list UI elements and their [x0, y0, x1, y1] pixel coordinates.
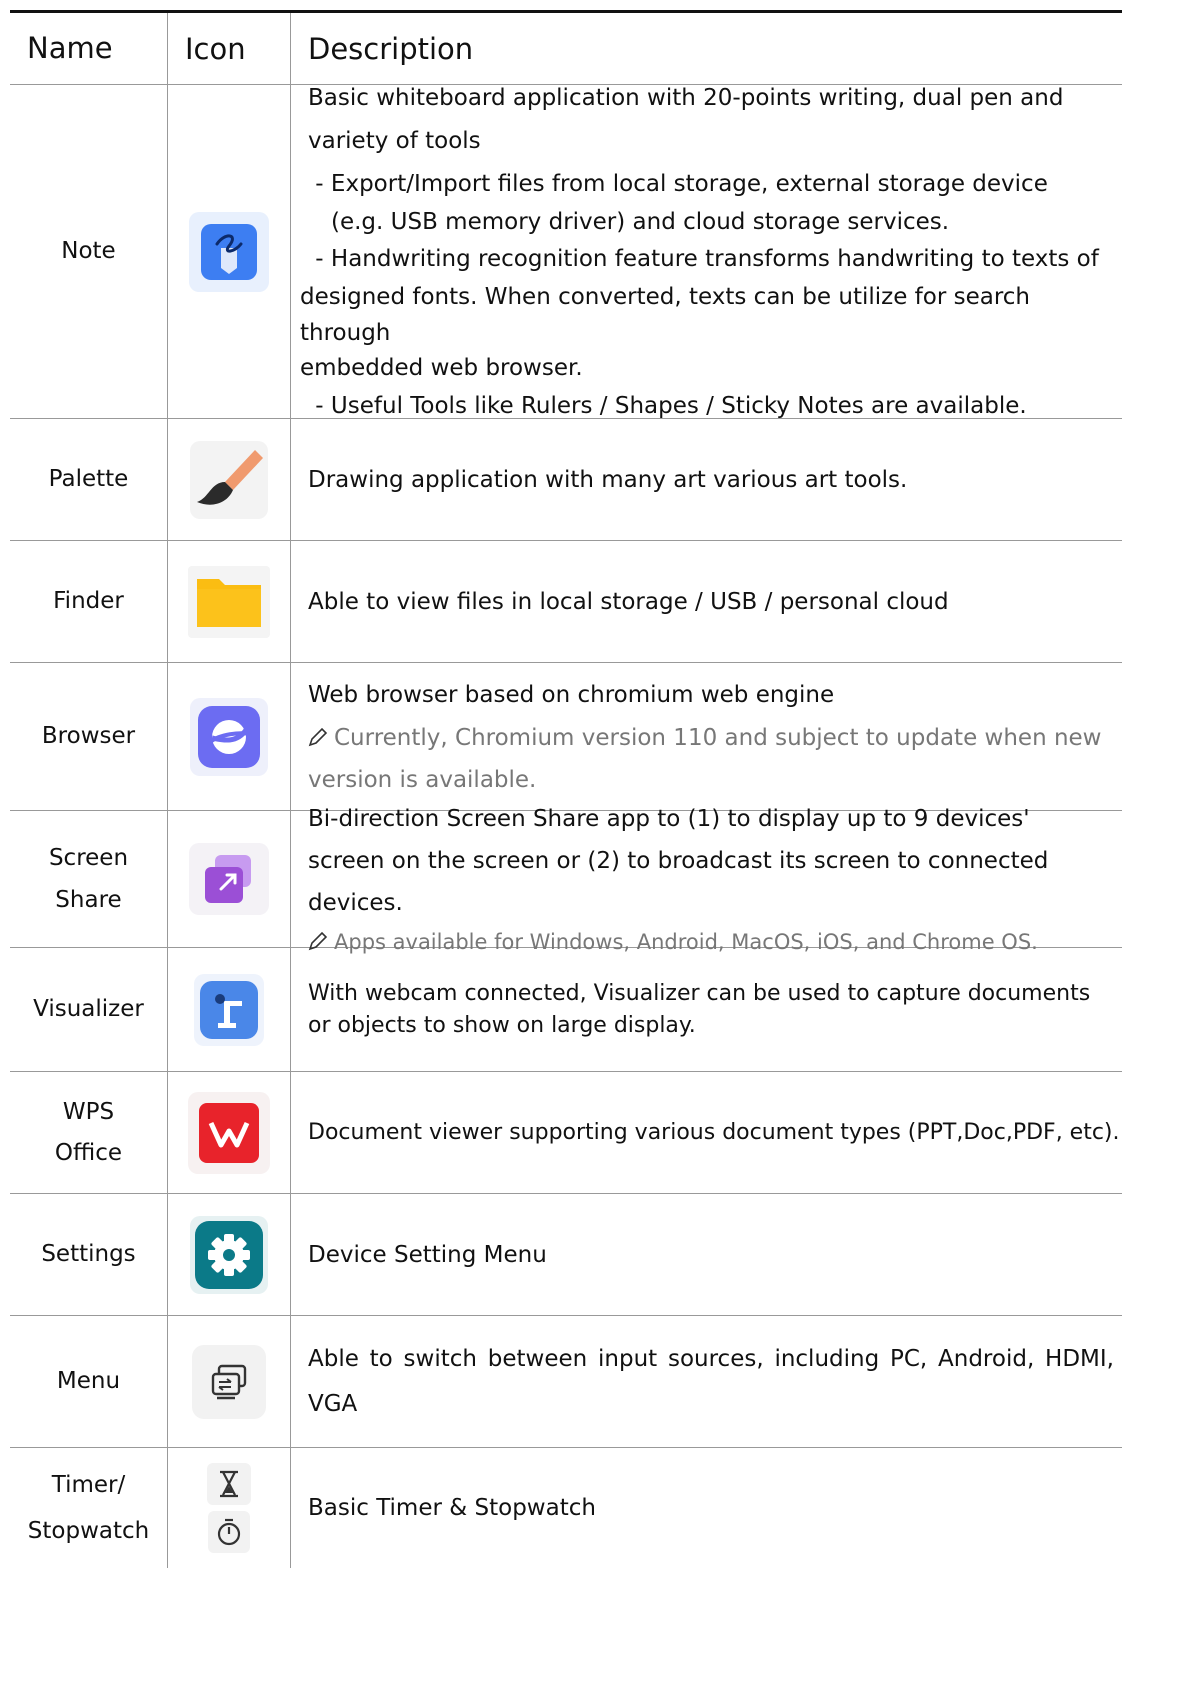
- wps-office-icon: [188, 1091, 270, 1174]
- description-line: variety of tools: [308, 127, 481, 154]
- description-visualizer: With webcam connected, Visualizer can be…: [308, 980, 1091, 1038]
- description-timer-stopwatch: Basic Timer & Stopwatch: [308, 1495, 596, 1521]
- hourglass-icon: [207, 1463, 251, 1505]
- table-row-palette: Palette Drawing application with many ar…: [10, 419, 1122, 541]
- app-name: Screen Share: [48, 844, 129, 913]
- table-row-wps-office: WPS Office Document viewer supporting va…: [10, 1072, 1122, 1194]
- description-wps-office: Document viewer supporting various docum…: [308, 1120, 1120, 1145]
- note-pen-icon: [189, 211, 269, 292]
- stopwatch-icon: [208, 1511, 250, 1553]
- description-browser: Web browser based on chromium web engine…: [308, 673, 1122, 801]
- description-palette: Drawing application with many art variou…: [308, 466, 908, 493]
- app-name: Settings: [10, 1194, 168, 1315]
- table-row-note: Note Basic whiteboard application with 2…: [10, 85, 1122, 419]
- description-screen-share: Bi-direction Screen Share app to (1) to …: [308, 798, 1122, 960]
- app-name: Finder: [10, 541, 168, 662]
- description-line: Basic whiteboard application with 20-poi…: [308, 84, 1064, 111]
- table-header: Name Icon Description: [10, 13, 1122, 85]
- description-line: - Handwriting recognition feature transf…: [308, 245, 1099, 272]
- pencil-icon: [308, 727, 328, 746]
- app-name: Browser: [10, 663, 168, 810]
- description-line: (e.g. USB memory driver) and cloud stora…: [331, 208, 950, 235]
- header-name: Name: [10, 13, 168, 84]
- description-line: Web browser based on chromium web engine: [308, 681, 835, 708]
- header-icon: Icon: [168, 13, 291, 84]
- description-line: designed fonts. When converted, texts ca…: [300, 283, 1031, 346]
- table-row-screen-share: Screen Share Bi-direction Screen Share a…: [10, 806, 1122, 954]
- table-row-visualizer: Visualizer With webcam connected, Visual…: [10, 948, 1122, 1072]
- description-menu: Able to switch between input sources, in…: [308, 1345, 1114, 1417]
- table-row-settings: Settings Device Setting Menu: [10, 1194, 1122, 1316]
- table-row-timer-stopwatch: Timer/ Stopwatch Basic Timer & Stopwatch: [10, 1448, 1122, 1568]
- app-name: Note: [10, 85, 168, 418]
- app-name: Timer/ Stopwatch: [27, 1471, 150, 1544]
- app-table: Name Icon Description Note Basic whitebo…: [10, 10, 1122, 1568]
- description-note: Basic whiteboard application with 20-poi…: [291, 77, 1122, 427]
- description-line: embedded web browser.: [300, 354, 583, 381]
- screen-share-icon: [189, 843, 269, 915]
- visualizer-camera-icon: [194, 973, 264, 1046]
- header-description: Description: [308, 31, 474, 66]
- app-name: Palette: [10, 419, 168, 540]
- description-line: - Export/Import files from local storage…: [308, 170, 1048, 197]
- input-source-icon: [192, 1344, 266, 1419]
- table-row-menu: Menu Able to switch between input source…: [10, 1316, 1122, 1448]
- table-row-browser: Browser Web browser based on chromium we…: [10, 663, 1122, 811]
- description-line: Bi-direction Screen Share app to (1) to …: [308, 806, 1049, 916]
- app-name: Menu: [10, 1316, 168, 1447]
- app-name: WPS Office: [54, 1098, 123, 1166]
- gear-icon: [190, 1215, 268, 1294]
- description-note-text: Currently, Chromium version 110 and subj…: [308, 724, 1102, 793]
- planet-browser-icon: [190, 697, 268, 776]
- paintbrush-icon: [190, 440, 268, 519]
- table-row-finder: Finder Able to view files in local stora…: [10, 541, 1122, 663]
- folder-icon: [188, 565, 270, 638]
- description-finder: Able to view files in local storage / US…: [308, 588, 949, 615]
- description-settings: Device Setting Menu: [308, 1241, 547, 1268]
- app-name: Visualizer: [10, 948, 168, 1071]
